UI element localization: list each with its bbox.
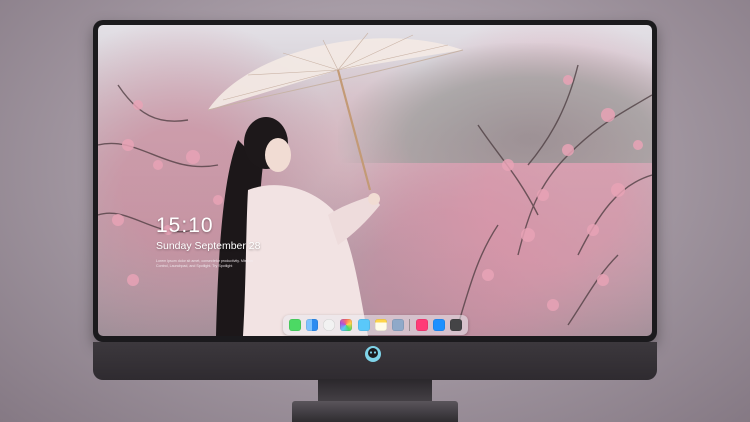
lock-screen-notice: Lorem ipsum dolor sit amet, consectetur … (156, 259, 266, 269)
desktop-screen: 15:10 Sunday September 28 Lorem ipsum do… (98, 25, 652, 336)
preview-icon[interactable] (392, 319, 405, 331)
monitor-bezel: 15:10 Sunday September 28 Lorem ipsum do… (93, 20, 657, 342)
photos-icon[interactable] (340, 319, 353, 331)
woman-figure (216, 117, 380, 336)
notes-icon[interactable] (374, 319, 387, 331)
app-store-icon[interactable] (433, 319, 446, 331)
messages-icon[interactable] (288, 319, 301, 331)
dock (283, 315, 468, 335)
alien-logo-icon (365, 346, 381, 362)
music-icon[interactable] (415, 319, 428, 331)
lock-screen-clock: 15:10 (156, 214, 214, 237)
video-icon[interactable] (357, 319, 370, 331)
clock-icon[interactable] (323, 319, 336, 331)
monitor-stand-base (292, 401, 458, 422)
finder-icon[interactable] (305, 319, 318, 331)
notice-line-2: Control, Launchpad, and Spotlight. Try S… (156, 264, 233, 268)
dock-separator (409, 319, 411, 331)
camera-icon[interactable] (450, 319, 463, 331)
lock-screen-date: Sunday September 28 (156, 240, 261, 252)
